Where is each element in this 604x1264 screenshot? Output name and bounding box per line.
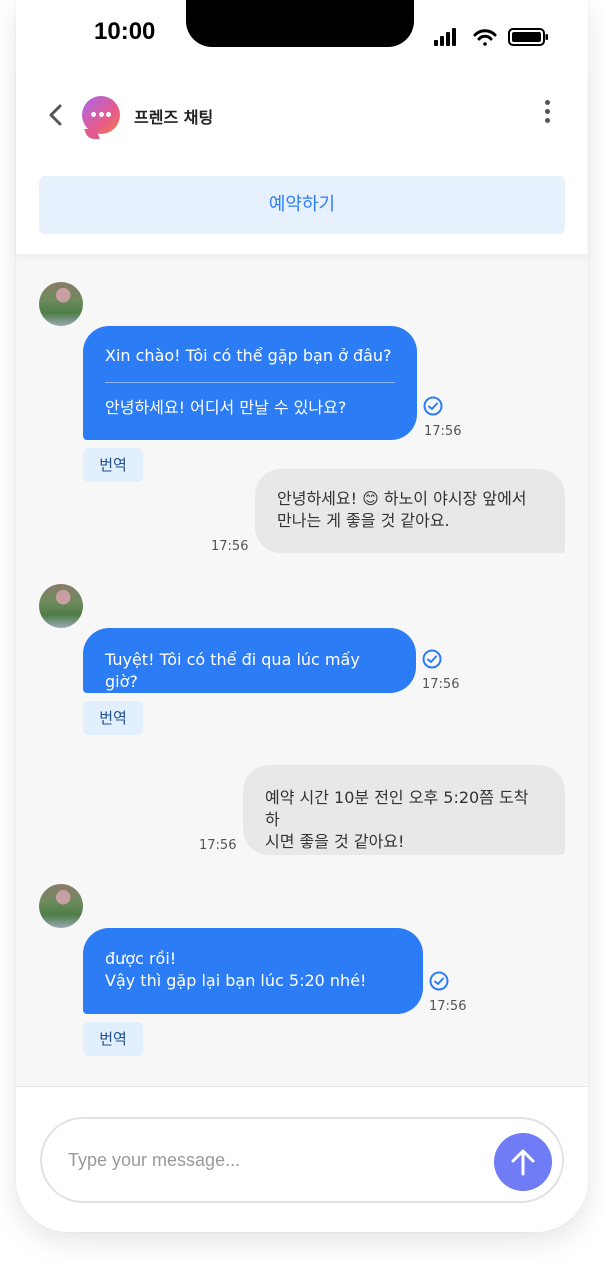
message-time: 17:56 (429, 999, 467, 1014)
message-text-line: 시면 좋을 것 같아요! (265, 832, 405, 851)
message-text: Xin chào! Tôi có thể gặp bạn ở đâu? (105, 346, 392, 365)
translate-button[interactable]: 번역 (83, 701, 143, 735)
message-text-line: 안녕하세요! 😊 하노이 야시장 앞에서 (277, 489, 527, 508)
incoming-message-bubble: Xin chào! Tôi có thể gặp bạn ở đâu? 안녕하세… (83, 326, 417, 440)
translated-text: 안녕하세요! 어디서 만날 수 있나요? (105, 398, 347, 417)
chat-title: 프렌즈 채팅 (134, 108, 214, 127)
message-text-line: Vậy thì gặp lại bạn lúc 5:20 nhé! (105, 971, 367, 990)
arrow-up-icon (511, 1149, 535, 1176)
battery-icon (508, 28, 548, 46)
status-bar: 10:00 (0, 0, 604, 70)
message-time: 17:56 (211, 539, 249, 554)
avatar[interactable] (39, 884, 83, 928)
reserve-button[interactable]: 예약하기 (39, 176, 565, 234)
more-vertical-icon[interactable] (541, 100, 553, 130)
outgoing-message-bubble: 예약 시간 10분 전인 오후 5:20쯤 도착하 시면 좋을 것 같아요! (243, 765, 565, 855)
message-time: 17:56 (199, 838, 237, 853)
chevron-left-icon[interactable] (44, 100, 68, 130)
message-text-line: được rồi! (105, 949, 177, 968)
message-input-wrapper (40, 1117, 564, 1203)
incoming-message-bubble: được rồi! Vậy thì gặp lại bạn lúc 5:20 n… (83, 928, 423, 1014)
signal-icon (434, 28, 456, 46)
chat-header: 프렌즈 채팅 예약하기 (16, 70, 588, 254)
check-circle-icon (422, 649, 442, 669)
check-circle-icon (429, 971, 449, 991)
message-time: 17:56 (424, 424, 462, 439)
avatar[interactable] (39, 584, 83, 628)
message-input[interactable] (68, 1143, 468, 1177)
translate-button[interactable]: 번역 (83, 448, 143, 482)
notch (186, 0, 414, 47)
wifi-icon (473, 29, 497, 46)
message-text: Tuyệt! Tôi có thể đi qua lúc mấy giờ? (105, 650, 360, 691)
message-time: 17:56 (422, 677, 460, 692)
composer (16, 1086, 588, 1232)
status-icons (434, 28, 548, 46)
outgoing-message-bubble: 안녕하세요! 😊 하노이 야시장 앞에서 만나는 게 좋을 것 같아요. (255, 469, 565, 553)
avatar[interactable] (39, 282, 83, 326)
chat-bubble-logo-icon (82, 96, 120, 139)
chat-messages[interactable]: Xin chào! Tôi có thể gặp bạn ở đâu? 안녕하세… (16, 254, 588, 1086)
incoming-message-bubble: Tuyệt! Tôi có thể đi qua lúc mấy giờ? (83, 628, 416, 693)
translate-button[interactable]: 번역 (83, 1022, 143, 1056)
message-text-line: 만나는 게 좋을 것 같아요. (277, 511, 450, 530)
status-time: 10:00 (94, 18, 156, 45)
message-text-line: 예약 시간 10분 전인 오후 5:20쯤 도착하 (265, 788, 529, 829)
check-circle-icon (423, 396, 443, 416)
send-button[interactable] (494, 1133, 552, 1191)
